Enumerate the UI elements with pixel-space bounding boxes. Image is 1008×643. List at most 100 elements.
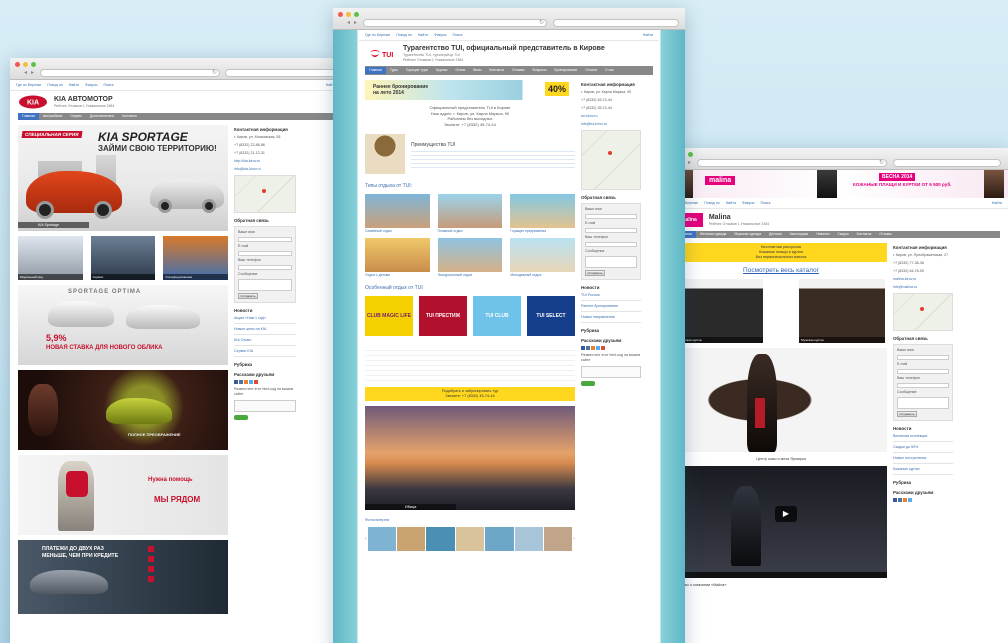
search-bar[interactable]	[893, 159, 1001, 167]
menu-item[interactable]: Визы	[469, 67, 485, 74]
twitter-icon[interactable]	[249, 380, 253, 384]
type-label[interactable]: Пляжный отдых	[438, 229, 503, 233]
name-field[interactable]	[238, 237, 292, 242]
search-bar[interactable]	[225, 69, 337, 77]
menu-item[interactable]: Отзывы	[875, 231, 895, 238]
feature-card[interactable]: TUI CLUB	[473, 295, 521, 341]
beach-photo[interactable]: Ибица	[365, 405, 575, 510]
contact-site-link[interactable]: tui-kirov.ru	[581, 114, 641, 119]
toplink[interactable]: Найти	[69, 83, 79, 87]
close-dot[interactable]	[338, 12, 343, 17]
phone-field[interactable]	[897, 383, 949, 388]
news-item[interactable]: Сервис KIA	[234, 349, 296, 357]
type-label[interactable]: Отдых с детьми	[365, 273, 430, 277]
back-icon[interactable]: ◂	[24, 70, 27, 77]
menu-item[interactable]: Мужская одежда	[730, 231, 765, 238]
contact-site-link[interactable]: malina-kirov.ru	[893, 277, 953, 282]
help-banner[interactable]: Нужна помощь МЫ РЯДОМ	[18, 455, 228, 535]
toplink[interactable]: Фикусы	[742, 201, 755, 205]
location-map[interactable]	[893, 293, 953, 331]
toplink[interactable]: Повод по	[704, 201, 719, 205]
menu-item[interactable]: Новинки	[812, 231, 833, 238]
video-player[interactable]: ▶	[675, 466, 887, 578]
location-map[interactable]	[581, 130, 641, 190]
contact-email-link[interactable]: info@kia-kirov.ru	[234, 167, 296, 172]
type-label[interactable]: Семейный отдых	[365, 229, 430, 233]
sportage-banner[interactable]: СПЕЦИАЛЬНАЯ СЕРИЯ KIA SPORTAGE ЗАЙМИ СВО…	[18, 125, 228, 231]
ok-icon[interactable]	[244, 380, 248, 384]
catalog-link[interactable]: Посмотреть весь каталог	[675, 267, 887, 274]
thumb-offers[interactable]: Спецпредложения	[163, 236, 229, 280]
rate-banner[interactable]: SPORTAGE OPTIMA 5,9% НОВАЯ СТАВКА ДЛЯ НО…	[18, 285, 228, 365]
contact-site-link[interactable]: http://kia-kirov.ru	[234, 159, 296, 164]
toplink[interactable]: Фикусы	[434, 33, 447, 37]
facebook-icon[interactable]	[234, 380, 238, 384]
menu-item[interactable]: Контакты	[853, 231, 876, 238]
type-card[interactable]: Молодежный отдых	[510, 238, 575, 277]
menu-item[interactable]: Детская	[765, 231, 786, 238]
toplink[interactable]: Найти	[726, 201, 736, 205]
news-item[interactable]: Скидки до 50%	[893, 445, 953, 453]
menu-item[interactable]: Главная	[365, 67, 386, 74]
forward-icon[interactable]: ▸	[31, 70, 34, 77]
toplink[interactable]: Где по Березке	[16, 83, 41, 87]
twitter-icon[interactable]	[908, 498, 912, 502]
toplink-right[interactable]: Найти	[643, 33, 653, 37]
menu-item[interactable]: Бронирование	[550, 67, 581, 74]
zoom-dot[interactable]	[688, 152, 693, 157]
malina-top-banner[interactable]: malina ВЕСНА 2014 КОЖАНЫЕ ПЛАЩИ И КУРТКИ…	[667, 170, 1008, 198]
kia-logo-icon[interactable]: KIA	[18, 95, 48, 109]
toplink[interactable]: Повод по	[396, 33, 411, 37]
facebook-icon[interactable]	[581, 346, 585, 350]
reload-icon[interactable]: ↻	[539, 19, 544, 26]
back-icon[interactable]: ◂	[347, 20, 350, 27]
news-item[interactable]: Весенняя коллекция	[893, 434, 953, 442]
phone-field[interactable]	[238, 265, 292, 270]
gplus-icon[interactable]	[601, 346, 605, 350]
url-bar[interactable]: ↻	[363, 19, 547, 27]
contact-email-link[interactable]: info@malina.ru	[893, 285, 953, 290]
menu-item[interactable]: О нас	[601, 67, 618, 74]
menu-item[interactable]: Главная	[18, 113, 39, 120]
photo-male[interactable]: Мужская куртка	[799, 279, 885, 343]
menu-item[interactable]: Круизы	[432, 67, 451, 74]
credit-banner[interactable]: ПЛАТЕЖИ ДО ДВУХ РАЗ МЕНЬШЕ, ЧЕМ ПРИ КРЕД…	[18, 540, 228, 614]
menu-item[interactable]: Вопросы	[529, 67, 551, 74]
type-card[interactable]: Пляжный отдых	[437, 194, 503, 233]
type-label[interactable]: Молодежный отдых	[510, 273, 575, 277]
reload-icon[interactable]: ↻	[212, 69, 217, 76]
news-item[interactable]: Новые цены на KIA	[234, 327, 296, 335]
feature-card[interactable]: CLUB MAGIC LIFE	[365, 295, 413, 341]
twitter-icon[interactable]	[596, 346, 600, 350]
menu-item[interactable]: Автомобили	[39, 113, 66, 120]
embed-code-box[interactable]	[581, 366, 641, 378]
news-item[interactable]: Кожаные куртки	[893, 467, 953, 475]
menu-item[interactable]: Женская одежда	[696, 231, 731, 238]
forward-icon[interactable]: ▸	[354, 20, 357, 27]
news-item[interactable]: KIA Cerato	[234, 338, 296, 346]
name-field[interactable]	[585, 214, 637, 219]
menu-item[interactable]: Сервис	[66, 113, 86, 120]
submit-button[interactable]: Отправить	[585, 270, 605, 276]
photo-gallery-strip[interactable]: ‹ ›	[365, 526, 575, 551]
vk-icon[interactable]	[239, 380, 243, 384]
menu-item[interactable]: Дополнительно	[86, 113, 118, 120]
search-bar[interactable]	[553, 19, 679, 27]
photo-female[interactable]: Женская куртка	[677, 279, 763, 343]
toplink[interactable]: Поиск	[760, 201, 770, 205]
type-label[interactable]: Горящие предложения	[510, 229, 575, 233]
zoom-dot[interactable]	[354, 12, 359, 17]
toplink-right[interactable]: Найти	[992, 201, 1002, 205]
type-card[interactable]: Экскурсионный отдых	[437, 238, 503, 277]
minimize-dot[interactable]	[23, 62, 28, 67]
vk-icon[interactable]	[586, 346, 590, 350]
embed-code-box[interactable]	[234, 400, 296, 412]
gallery-next-icon[interactable]: ›	[573, 536, 575, 542]
email-field[interactable]	[238, 251, 292, 256]
url-bar[interactable]: ↻	[697, 159, 887, 167]
gallery-prev-icon[interactable]: ‹	[365, 536, 367, 542]
vk-icon[interactable]	[898, 498, 902, 502]
gplus-icon[interactable]	[254, 380, 258, 384]
news-item[interactable]: Новые поступления	[893, 456, 953, 464]
message-field[interactable]	[238, 279, 292, 291]
